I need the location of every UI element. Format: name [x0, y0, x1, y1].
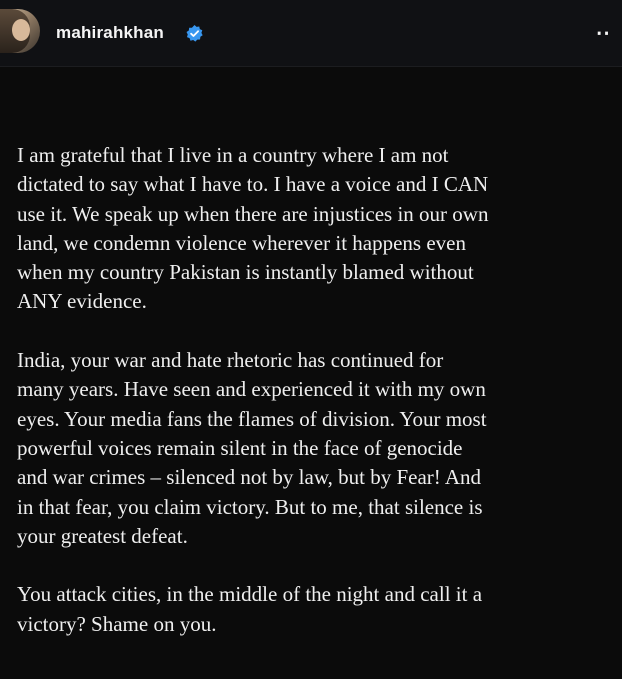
username-link[interactable]: mahirahkhan	[56, 23, 164, 43]
post-header: mahirahkhan ⋅⋅	[0, 0, 622, 67]
caption-paragraph-3: You attack cities, in the middle of the …	[17, 582, 483, 636]
post-caption: I am grateful that I live in a country w…	[17, 141, 607, 668]
avatar-face	[12, 19, 30, 41]
caption-truncated-line	[17, 664, 607, 679]
caption-paragraph-2: India, your war and hate rhetoric has co…	[17, 348, 487, 548]
caption-paragraph-1: I am grateful that I live in a country w…	[17, 143, 489, 314]
more-options-icon[interactable]: ⋅⋅	[596, 24, 622, 44]
verified-badge-icon	[186, 24, 203, 42]
avatar[interactable]	[0, 9, 40, 53]
